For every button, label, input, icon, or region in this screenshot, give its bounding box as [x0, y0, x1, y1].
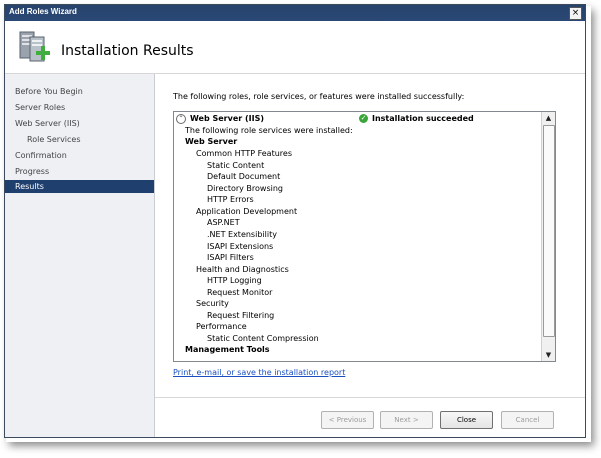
step-before-you-begin[interactable]: Before You Begin	[15, 85, 83, 98]
tree-line: ISAPI Filters	[207, 253, 254, 262]
step-web-server-iis[interactable]: Web Server (IIS)	[15, 117, 80, 130]
wizard-steps-sidebar: Before You Begin Server Roles Web Server…	[5, 74, 155, 437]
page-title: Installation Results	[61, 43, 194, 59]
close-window-button[interactable]: ×	[569, 7, 582, 20]
window-title: Add Roles Wizard	[9, 7, 77, 16]
wizard-window: Add Roles Wizard × Installation Results …	[4, 4, 586, 438]
collapse-icon[interactable]: ⌃	[176, 114, 186, 124]
scroll-up-icon[interactable]: ▲	[542, 112, 555, 124]
tree-line: Performance	[196, 322, 247, 331]
step-confirmation[interactable]: Confirmation	[15, 149, 67, 162]
tree-line: Common HTTP Features	[196, 149, 292, 158]
step-server-roles[interactable]: Server Roles	[15, 101, 65, 114]
tree-line: Security	[196, 299, 229, 308]
tree-line: HTTP Logging	[207, 276, 262, 285]
tree-line: .NET Extensibility	[207, 230, 277, 239]
step-role-services[interactable]: Role Services	[27, 133, 81, 146]
scroll-thumb[interactable]	[543, 125, 555, 337]
server-roles-icon	[19, 31, 50, 62]
tree-line: ASP.NET	[207, 218, 240, 227]
installation-report-link[interactable]: Print, e-mail, or save the installation …	[173, 368, 345, 377]
cancel-button[interactable]: Cancel	[501, 411, 554, 429]
main-panel: The following roles, role services, or f…	[155, 74, 585, 437]
step-results[interactable]: Results	[5, 180, 154, 193]
vertical-scrollbar[interactable]: ▲ ▼	[541, 112, 555, 361]
result-header: ⌃ Web Server (IIS) ✓ Installation succee…	[174, 112, 540, 125]
wizard-header: Installation Results	[5, 21, 585, 74]
result-status: Installation succeeded	[372, 114, 474, 123]
close-button[interactable]: Close	[440, 411, 493, 429]
previous-button[interactable]: < Previous	[321, 411, 374, 429]
result-role-title: Web Server (IIS)	[190, 114, 265, 123]
tree-line: Web Server	[185, 137, 238, 146]
step-progress[interactable]: Progress	[15, 165, 49, 178]
footer-divider	[155, 397, 585, 398]
title-bar[interactable]: Add Roles Wizard ×	[5, 5, 585, 21]
tree-line: Default Document	[207, 172, 281, 181]
tree-line: HTTP Errors	[207, 195, 254, 204]
next-button[interactable]: Next >	[380, 411, 433, 429]
check-circle-icon: ✓	[359, 114, 368, 123]
results-list[interactable]: ⌃ Web Server (IIS) ✓ Installation succee…	[173, 111, 556, 362]
scroll-down-icon[interactable]: ▼	[542, 349, 555, 361]
tree-line: Management Tools	[185, 345, 270, 354]
intro-text: The following roles, role services, or f…	[173, 92, 465, 101]
